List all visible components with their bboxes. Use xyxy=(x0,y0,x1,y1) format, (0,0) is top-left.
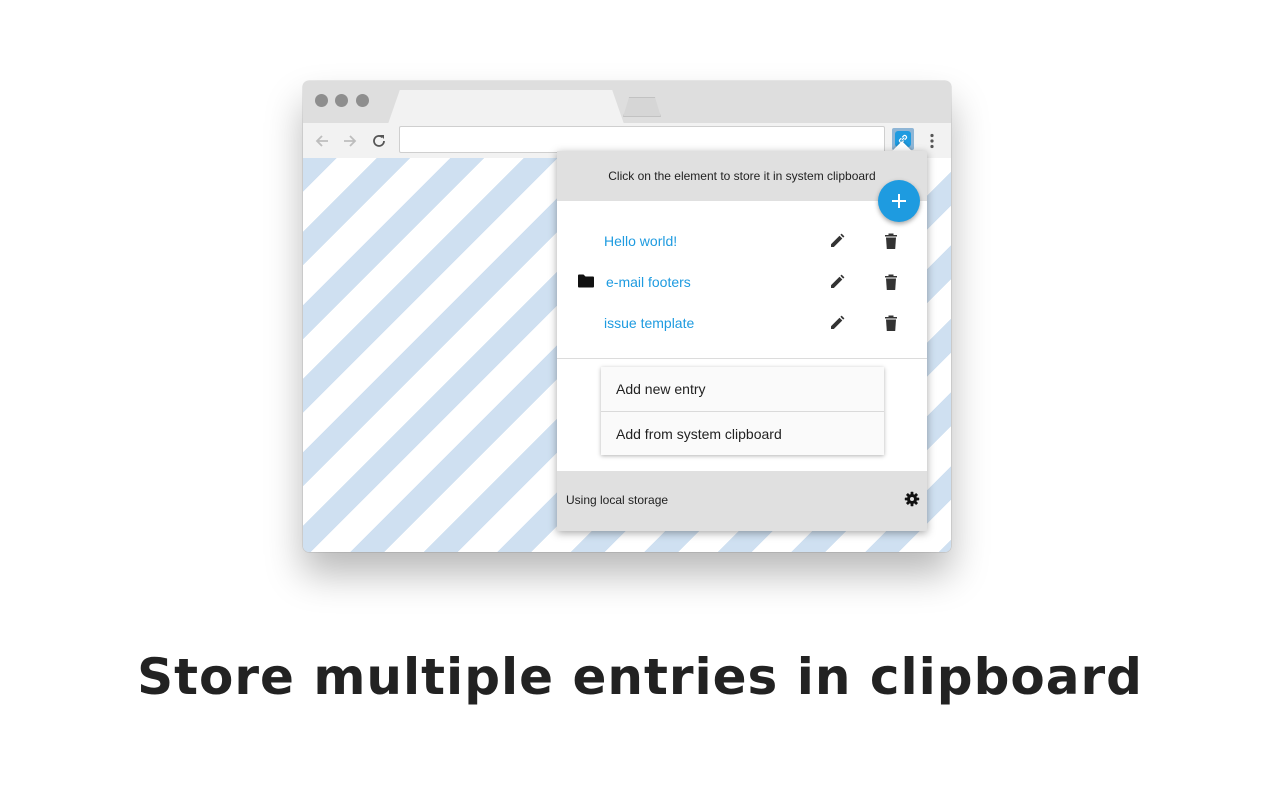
browser-tab[interactable] xyxy=(388,90,624,124)
folder-icon xyxy=(578,274,594,288)
entry-label[interactable]: Hello world! xyxy=(604,233,677,249)
close-window-dot[interactable] xyxy=(315,94,328,107)
zoom-window-dot[interactable] xyxy=(356,94,369,107)
header-instruction: Click on the element to store it in syst… xyxy=(608,169,876,183)
add-fab-button[interactable] xyxy=(878,180,920,222)
edit-icon[interactable] xyxy=(828,314,846,332)
edit-icon[interactable] xyxy=(828,273,846,291)
promo-caption: Store multiple entries in clipboard xyxy=(137,648,1143,706)
add-entry-menu: Add new entry Add from system clipboard xyxy=(601,367,884,455)
popup-header: Click on the element to store it in syst… xyxy=(557,151,927,201)
address-bar[interactable] xyxy=(399,126,885,153)
forward-arrow-icon[interactable] xyxy=(340,131,360,151)
add-from-clipboard-item[interactable]: Add from system clipboard xyxy=(601,411,884,455)
list-item[interactable]: Hello world! xyxy=(557,225,927,259)
new-tab-button[interactable] xyxy=(623,97,661,117)
delete-icon[interactable] xyxy=(883,232,899,250)
delete-icon[interactable] xyxy=(883,273,899,291)
add-new-entry-item[interactable]: Add new entry xyxy=(601,367,884,411)
back-arrow-icon[interactable] xyxy=(312,131,332,151)
reload-icon[interactable] xyxy=(369,131,389,151)
more-vert-icon[interactable] xyxy=(922,131,942,151)
divider xyxy=(557,358,927,359)
gear-icon[interactable] xyxy=(904,491,920,507)
popup-footer: Using local storage xyxy=(557,471,927,531)
entry-label[interactable]: issue template xyxy=(604,315,694,331)
edit-icon[interactable] xyxy=(828,232,846,250)
storage-status: Using local storage xyxy=(566,493,669,507)
list-item[interactable]: e-mail footers xyxy=(557,266,927,300)
list-item[interactable]: issue template xyxy=(557,307,927,341)
title-bar xyxy=(303,81,951,124)
delete-icon[interactable] xyxy=(883,314,899,332)
minimize-window-dot[interactable] xyxy=(335,94,348,107)
plus-icon xyxy=(892,194,906,208)
extension-popup: Click on the element to store it in syst… xyxy=(557,151,927,531)
entry-label[interactable]: e-mail footers xyxy=(606,274,691,290)
